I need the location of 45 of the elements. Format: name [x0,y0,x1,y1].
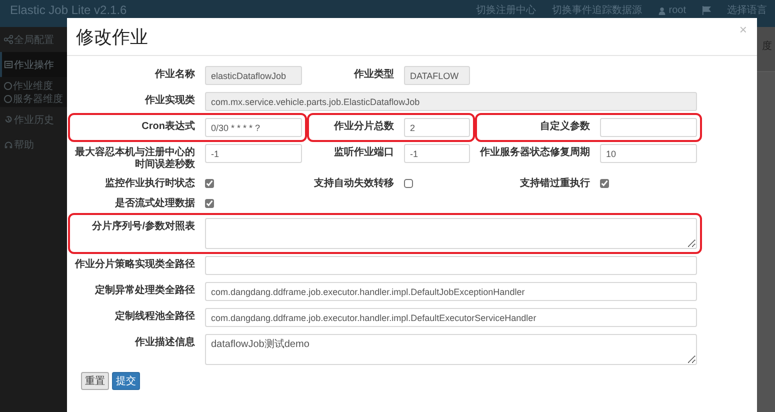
input-field[interactable]: com.dangdang.ddframe.job.executor.handler.impl.DefaultExecutorServiceHandler [205,308,697,327]
list-icon [4,60,13,69]
history-icon [4,115,13,124]
field-label: 作业分片总数 [332,120,394,133]
sidebar-item[interactable]: 作业操作 [0,52,67,77]
checkbox[interactable] [205,199,214,208]
field-label: 监听作业端口 [333,146,394,159]
input-field[interactable]: -1 [404,144,470,163]
app-title: Elastic Job Lite v2.1.6 [10,4,128,17]
circle-icon [4,94,12,102]
share-icon [4,35,13,44]
checkbox[interactable] [205,179,214,188]
checkbox[interactable] [404,179,413,188]
field-label: 分片序列号/参数对照表 [90,219,195,233]
field-label: 作业类型 [352,68,394,81]
field-label: 自定义参数 [539,119,590,133]
checkbox[interactable] [600,179,609,188]
input-field[interactable]: 10 [600,144,697,163]
field-label: 支持自动失效转移 [313,178,394,190]
flag-icon [702,6,711,15]
field-label: 作业分片策略实现类全路径 [74,257,195,271]
field-label: 作业名称 [154,68,195,81]
field-label: 作业描述信息 [134,336,195,349]
circle-icon [4,82,12,90]
field-label: 作业实现类 [144,93,195,107]
field-label: 定制线程池全路径 [114,309,195,323]
field-label: 是否流式处理数据 [114,198,195,210]
input-field[interactable] [205,256,697,275]
input-field[interactable]: 2 [404,118,470,137]
dialog-title: 修改作业 [76,26,148,48]
input-field[interactable]: com.dangdang.ddframe.job.executor.handler.impl.DefaultJobExceptionHandler [205,282,697,301]
input-field[interactable] [600,118,697,137]
field-label: 定制异常处理类全路径 [94,283,195,297]
user-icon [658,6,666,14]
field-label: 最大容忍本机与注册中心的时间误差秒数 [74,145,195,171]
field-label: Cron表达式 [140,120,195,133]
reset-button[interactable]: 重置 [81,372,109,390]
submit-button[interactable]: 提交 [112,372,140,390]
input-field[interactable]: -1 [205,144,302,163]
text-area[interactable]: dataflowJob测试demo [205,334,697,365]
field-label: 监控作业执行时状态 [104,178,195,190]
field-label: 作业服务器状态修复周期 [480,146,590,159]
headset-icon [4,140,13,149]
field-label: 支持错过重执行 [519,178,590,190]
input-field[interactable]: 0/30 * * * * ? [205,118,302,137]
